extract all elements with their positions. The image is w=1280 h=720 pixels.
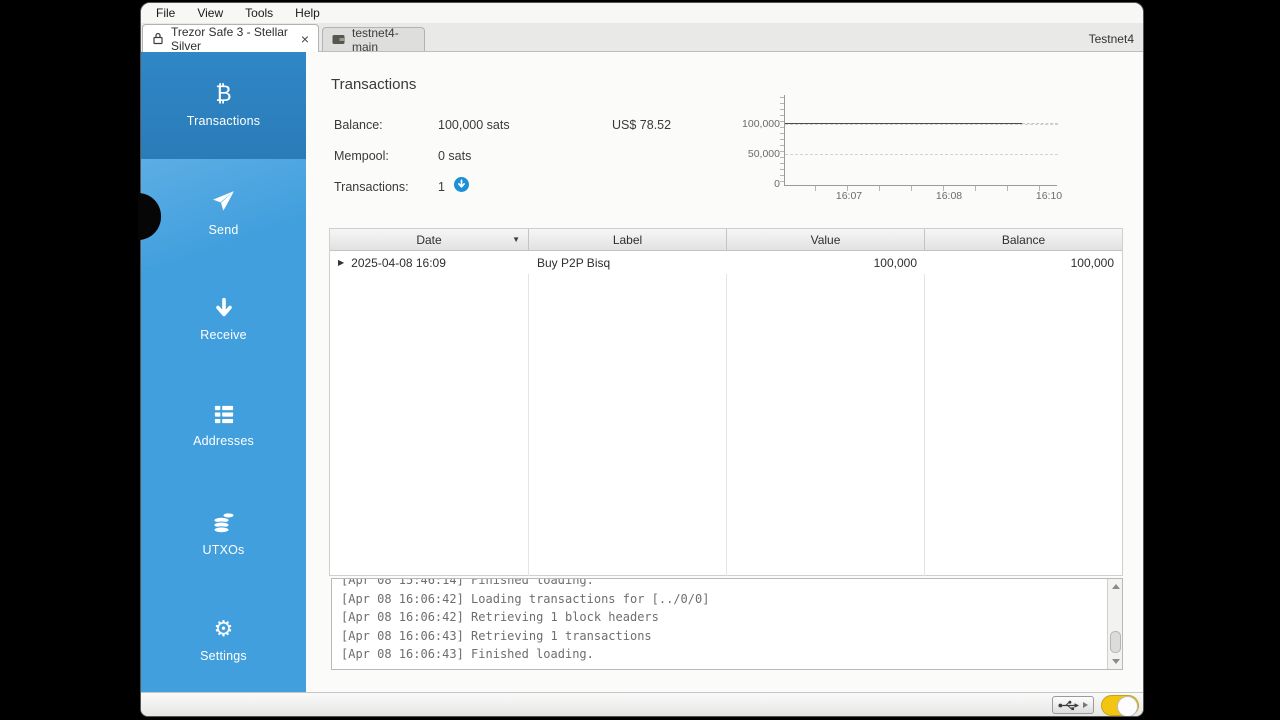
sort-descending-icon: ▼ (512, 235, 520, 244)
x-tick-label: 16:08 (929, 190, 969, 202)
y-axis (784, 95, 785, 186)
tx-value: 100,000 (874, 256, 917, 270)
toggle-knob (1117, 696, 1138, 717)
network-badge: Testnet4 (1089, 32, 1134, 46)
tab-label: testnet4-main (352, 26, 415, 54)
balance-fiat-value: US$ 78.52 (612, 118, 671, 132)
y-tick-label: 50,000 (736, 148, 780, 160)
sidebar-item-label: Settings (200, 649, 247, 663)
transactions-count-label: Transactions: (334, 180, 409, 194)
gear-icon: ⚙ (214, 618, 234, 640)
sidebar-item-send[interactable]: Send (141, 159, 306, 266)
usb-icon (1058, 700, 1080, 711)
log-line: [Apr 08 16:06:42] Loading transactions f… (341, 590, 1122, 609)
column-label: Value (811, 233, 841, 247)
log-line: [Apr 08 16:06:43] Finished loading. (341, 645, 1122, 664)
column-header-value[interactable]: Value (727, 229, 925, 250)
column-label: Date (416, 233, 441, 247)
main-area: ₿ Transactions Send Receive (141, 52, 1143, 694)
arrow-down-icon (213, 297, 235, 319)
sidebar-item-utxos[interactable]: UTXOs (141, 480, 306, 587)
menu-tools[interactable]: Tools (234, 4, 284, 22)
menu-help[interactable]: Help (284, 4, 331, 22)
list-icon (213, 405, 235, 425)
page-title: Transactions (331, 76, 416, 93)
transactions-table: Date ▼ Label Value Balance (329, 228, 1123, 576)
tab-close-icon[interactable]: × (301, 34, 309, 44)
y-tick-label: 0 (736, 178, 780, 190)
sidebar-item-label: Send (209, 223, 239, 237)
sidebar-nav: ₿ Transactions Send Receive (141, 52, 306, 694)
y-tick-label: 100,000 (736, 118, 780, 130)
table-body-grid (330, 251, 1122, 576)
menu-bar: File View Tools Help (141, 3, 1143, 23)
tx-date: 2025-04-08 16:09 (351, 256, 446, 270)
notification-toggle[interactable] (1101, 695, 1139, 716)
column-header-label[interactable]: Label (529, 229, 727, 250)
row-expand-icon[interactable]: ▶ (338, 258, 344, 267)
column-header-balance[interactable]: Balance (925, 229, 1122, 250)
sidebar-item-label: Addresses (193, 434, 254, 448)
scroll-up-icon[interactable] (1112, 584, 1120, 589)
scroll-down-icon[interactable] (1112, 659, 1120, 664)
column-label: Label (613, 233, 642, 247)
transactions-count-value: 1 (438, 180, 445, 194)
x-tick-label: 16:10 (1029, 190, 1069, 202)
balance-series-line (785, 123, 1022, 124)
log-line: [Apr 08 15:46:14] Finished loading. (341, 578, 1122, 590)
balance-series-projection (1022, 123, 1058, 124)
bitcoin-icon: ₿ (215, 83, 231, 105)
transactions-panel: Transactions Balance: 100,000 sats US$ 7… (306, 52, 1143, 694)
balance-value: 100,000 sats (438, 118, 510, 132)
table-header-row: Date ▼ Label Value Balance (330, 229, 1122, 251)
balance-chart: 100,000 50,000 0 16:07 16:08 16:10 (736, 91, 1136, 209)
sidebar-item-settings[interactable]: ⚙ Settings (141, 587, 306, 694)
status-bar (141, 692, 1143, 716)
log-line: [Apr 08 16:06:42] Retrieving 1 block hea… (341, 608, 1122, 627)
mempool-label: Mempool: (334, 149, 389, 163)
sidebar-item-label: Transactions (187, 114, 261, 128)
scrollbar-thumb[interactable] (1110, 631, 1121, 653)
paper-plane-icon (211, 189, 236, 214)
log-scrollbar[interactable] (1107, 579, 1122, 669)
column-header-date[interactable]: Date ▼ (330, 229, 529, 250)
expand-caret-icon (1083, 702, 1088, 708)
sidebar-item-label: UTXOs (203, 543, 245, 557)
download-transactions-icon[interactable] (454, 177, 469, 192)
log-line: [Apr 08 16:06:43] Retrieving 1 transacti… (341, 627, 1122, 646)
wallet-icon (332, 34, 345, 45)
wallet-app-window: File View Tools Help Trezor Safe 3 - Ste… (140, 2, 1144, 717)
log-console[interactable]: [Apr 08 15:46:14] Finished loading.[Apr … (331, 578, 1123, 670)
sidebar-item-addresses[interactable]: Addresses (141, 373, 306, 480)
table-row[interactable]: ▶ 2025-04-08 16:09 Buy P2P Bisq 100,000 … (330, 251, 1122, 274)
log-lines: [Apr 08 15:46:14] Finished loading.[Apr … (332, 578, 1122, 664)
x-axis-ticks (784, 186, 1057, 191)
tab-wallet-testnet4-main[interactable]: testnet4-main (322, 27, 425, 51)
gridline-50000 (785, 154, 1058, 155)
tab-wallet-trezor[interactable]: Trezor Safe 3 - Stellar Silver × (142, 24, 319, 52)
column-label: Balance (1002, 233, 1045, 247)
tx-balance: 100,000 (1071, 256, 1114, 270)
tab-label: Trezor Safe 3 - Stellar Silver (171, 25, 294, 53)
tab-bar: Trezor Safe 3 - Stellar Silver × testnet… (141, 23, 1143, 52)
tx-label: Buy P2P Bisq (537, 256, 610, 270)
menu-file[interactable]: File (145, 4, 186, 22)
menu-view[interactable]: View (186, 4, 234, 22)
sidebar-item-receive[interactable]: Receive (141, 266, 306, 373)
balance-label: Balance: (334, 118, 383, 132)
lock-icon (152, 32, 164, 45)
sidebar-item-label: Receive (200, 328, 247, 342)
coins-icon (212, 511, 236, 534)
usb-devices-button[interactable] (1052, 696, 1094, 714)
sidebar-item-transactions[interactable]: ₿ Transactions (141, 52, 306, 159)
mempool-value: 0 sats (438, 149, 471, 163)
x-tick-label: 16:07 (829, 190, 869, 202)
